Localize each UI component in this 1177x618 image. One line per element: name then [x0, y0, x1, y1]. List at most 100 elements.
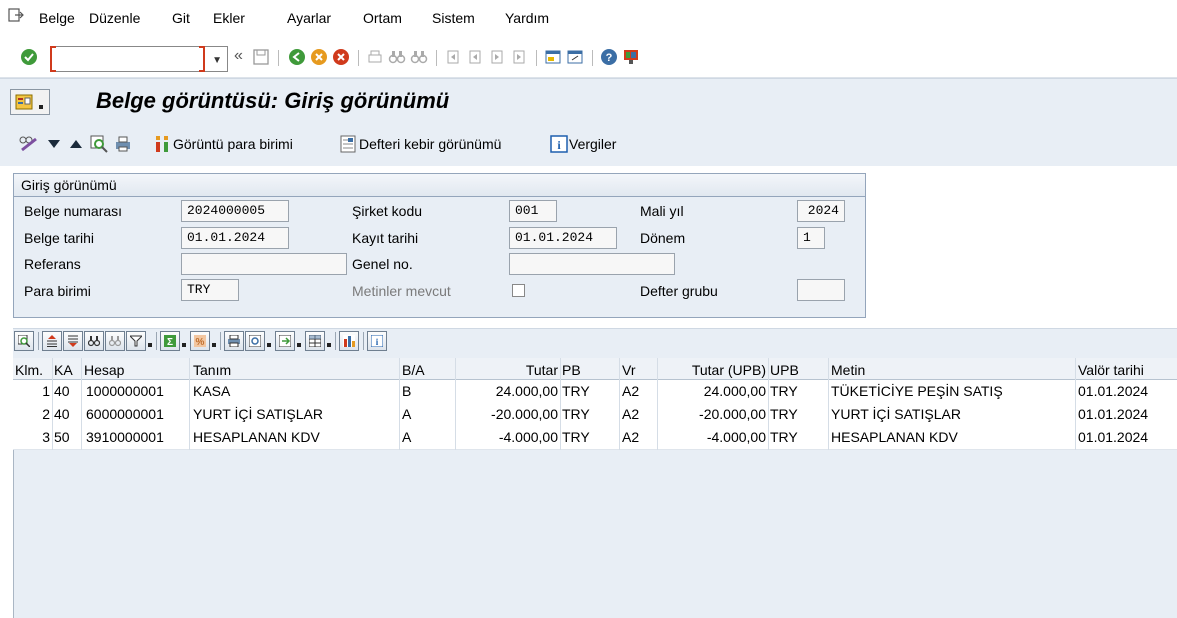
last-page-icon[interactable] — [510, 48, 528, 66]
next-page-icon[interactable] — [488, 48, 506, 66]
chevron-down-icon[interactable]: ▼ — [212, 55, 222, 66]
find-next-icon — [109, 336, 121, 347]
column-header-tanim[interactable]: Tanım — [193, 362, 231, 378]
menu-duzenle[interactable]: Düzenle — [89, 10, 140, 26]
field-belge-numarasi[interactable]: 2024000005 — [181, 200, 289, 222]
help-icon[interactable]: ? — [600, 48, 618, 66]
cell-hesap[interactable]: 3910000001 — [86, 429, 164, 445]
column-header-tutar[interactable]: Tutar — [458, 362, 558, 378]
graphic-button[interactable] — [339, 331, 359, 351]
enter-check-icon[interactable] — [20, 48, 38, 66]
views-dropdown[interactable] — [267, 343, 271, 347]
menu-git[interactable]: Git — [172, 10, 190, 26]
find-icon[interactable] — [388, 48, 406, 66]
field-mali-yil[interactable]: 2024 — [797, 200, 845, 222]
field-defter-grubu[interactable] — [797, 279, 845, 301]
field-para-birimi[interactable]: TRY — [181, 279, 239, 301]
total-dropdown[interactable] — [182, 343, 186, 347]
subtotal-button[interactable]: % — [190, 331, 210, 351]
cell-tanim: KASA — [193, 383, 231, 399]
menu-sistem[interactable]: Sistem — [432, 10, 475, 26]
display-currency-button[interactable]: Görüntü para birimi — [173, 136, 293, 152]
currency-icon[interactable] — [154, 135, 172, 153]
screen-menu-button[interactable] — [10, 89, 50, 115]
menu-ayarlar[interactable]: Ayarlar — [287, 10, 331, 26]
general-ledger-icon[interactable] — [340, 135, 356, 153]
change-display-icon[interactable] — [18, 135, 40, 153]
print-button[interactable] — [224, 331, 244, 351]
svg-text:Σ: Σ — [167, 337, 173, 347]
field-belge-tarihi[interactable]: 01.01.2024 — [181, 227, 289, 249]
ledger-view-button[interactable]: Defteri kebir görünümü — [359, 136, 501, 152]
back-double-arrow[interactable]: « — [234, 47, 243, 65]
information-button[interactable]: i — [367, 331, 387, 351]
export-dropdown[interactable] — [297, 343, 301, 347]
column-header-valor-tarihi[interactable]: Valör tarihi — [1078, 362, 1144, 378]
find-button[interactable] — [84, 331, 104, 351]
checkbox-metinler-mevcut[interactable] — [512, 284, 525, 297]
filter-dropdown[interactable] — [148, 343, 152, 347]
filter-button[interactable] — [126, 331, 146, 351]
sort-ascending-button[interactable] — [42, 331, 62, 351]
menu-ortam[interactable]: Ortam — [363, 10, 402, 26]
print-preview-icon[interactable] — [114, 135, 132, 153]
subtotal-dropdown[interactable] — [212, 343, 216, 347]
column-divider — [81, 358, 82, 450]
column-header-hesap[interactable]: Hesap — [84, 362, 124, 378]
column-header-ba[interactable]: B/A — [402, 362, 425, 378]
column-header-vr[interactable]: Vr — [622, 362, 635, 378]
field-kayit-tarihi[interactable]: 01.01.2024 — [509, 227, 617, 249]
table-row[interactable] — [13, 403, 1177, 427]
menu-expand-icon[interactable] — [8, 8, 24, 22]
field-sirket-kodu[interactable]: 001 — [509, 200, 557, 222]
label-donem: Dönem — [640, 230, 686, 246]
total-button[interactable]: Σ — [160, 331, 180, 351]
new-session-icon[interactable] — [544, 48, 562, 66]
column-header-metin[interactable]: Metin — [831, 362, 865, 378]
views-button[interactable] — [245, 331, 265, 351]
print-icon[interactable] — [366, 48, 384, 66]
command-field[interactable]: ▼ — [50, 46, 228, 72]
column-header-tutar-upb[interactable]: Tutar (UPB) — [660, 362, 766, 378]
sort-descending-button[interactable] — [63, 331, 83, 351]
previous-page-icon[interactable] — [466, 48, 484, 66]
customize-layout-icon[interactable] — [622, 48, 640, 66]
cell-ka: 50 — [54, 429, 70, 445]
menu-belge[interactable]: Belge — [39, 10, 75, 26]
cell-tutar: -4.000,00 — [498, 429, 558, 445]
cell-hesap[interactable]: 1000000001 — [86, 383, 164, 399]
shortcut-icon[interactable] — [566, 48, 584, 66]
column-divider — [189, 358, 190, 450]
layout-button[interactable] — [305, 331, 325, 351]
field-genel-no[interactable] — [509, 253, 675, 275]
column-header-upb[interactable]: UPB — [770, 362, 799, 378]
find-next-button[interactable] — [105, 331, 125, 351]
find-next-icon[interactable] — [410, 48, 428, 66]
cancel-red-icon[interactable] — [332, 48, 350, 66]
label-genel-no: Genel no. — [352, 256, 413, 272]
details-button[interactable] — [14, 331, 34, 351]
info-icon[interactable]: i — [550, 135, 568, 153]
chart-icon — [343, 335, 355, 347]
layout-icon — [309, 335, 321, 347]
layout-dropdown[interactable] — [327, 343, 331, 347]
exit-orange-icon[interactable] — [310, 48, 328, 66]
back-green-icon[interactable] — [288, 48, 306, 66]
export-button[interactable] — [275, 331, 295, 351]
field-donem[interactable]: 1 — [797, 227, 825, 249]
column-header-pb[interactable]: PB — [562, 362, 581, 378]
next-item-icon[interactable] — [48, 139, 60, 149]
menu-ekler[interactable]: Ekler — [213, 10, 245, 26]
save-icon[interactable] — [252, 48, 270, 66]
cell-hesap[interactable]: 6000000001 — [86, 406, 164, 422]
column-header-ka[interactable]: KA — [54, 362, 73, 378]
column-divider — [619, 358, 620, 450]
first-page-icon[interactable] — [444, 48, 462, 66]
field-referans[interactable] — [181, 253, 347, 275]
menu-yardim[interactable]: Yardım — [505, 10, 549, 26]
previous-item-icon[interactable] — [70, 139, 82, 149]
zoom-search-icon[interactable] — [90, 135, 108, 153]
table-row[interactable] — [13, 426, 1177, 450]
column-header-klm[interactable]: Klm. — [15, 362, 43, 378]
taxes-button[interactable]: Vergiler — [569, 136, 616, 152]
